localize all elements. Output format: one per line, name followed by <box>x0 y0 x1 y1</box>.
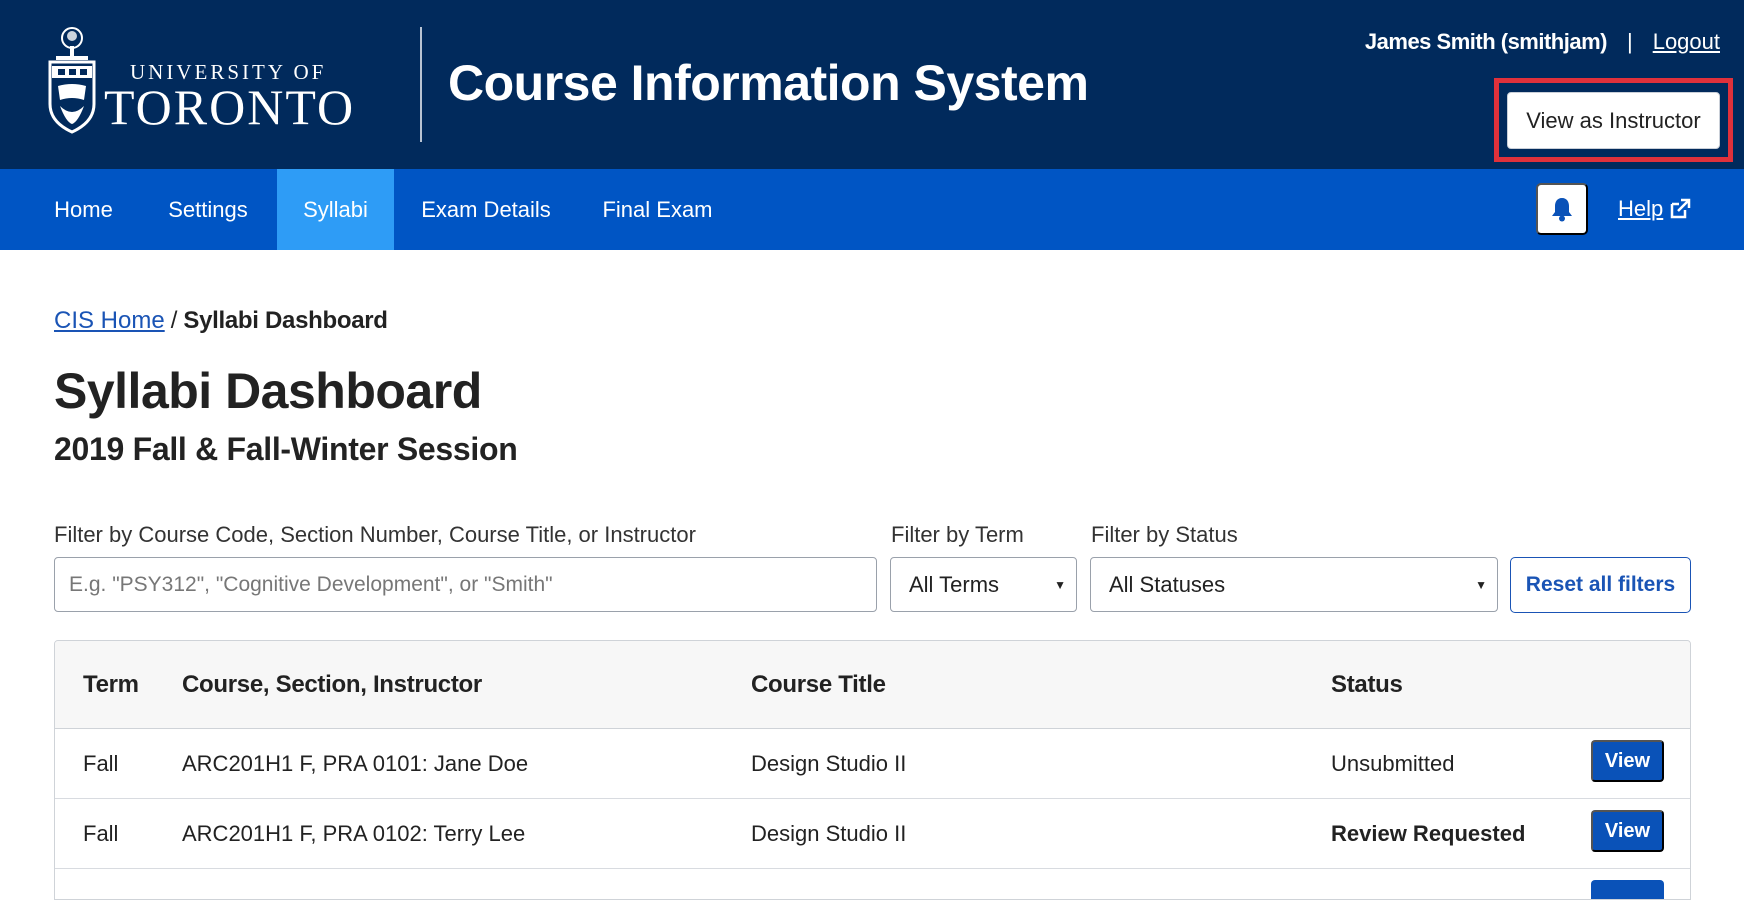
search-filter-label: Filter by Course Code, Section Number, C… <box>54 522 696 547</box>
table-row: Fall ARC201H1 F, PRA 0102: Terry Lee Des… <box>55 799 1690 869</box>
external-link-icon <box>1671 198 1691 219</box>
header-divider <box>420 27 422 142</box>
column-header-term[interactable]: Term <box>83 671 139 699</box>
cell-title: Design Studio II <box>751 751 907 776</box>
view-button[interactable]: View <box>1591 740 1664 782</box>
breadcrumb-home-link[interactable]: CIS Home <box>54 307 165 334</box>
cell-status: Review Requested <box>1331 821 1526 846</box>
table-row: Fall ARC201H1 F, PRA 0101: Jane Doe Desi… <box>55 729 1690 799</box>
view-as-instructor-button[interactable]: View as Instructor <box>1507 92 1720 149</box>
cell-title: Design Studio II <box>751 821 907 846</box>
user-name: James Smith (smithjam) <box>1364 29 1608 54</box>
university-logo[interactable]: UNIVERSITY OF TORONTO <box>48 26 358 138</box>
table-row <box>55 869 1690 899</box>
column-header-status[interactable]: Status <box>1331 671 1403 699</box>
view-button-partial[interactable] <box>1591 880 1664 899</box>
table-header: Term Course, Section, Instructor Course … <box>55 641 1690 729</box>
breadcrumb-separator: / <box>170 307 178 334</box>
caret-down-icon: ▼ <box>1054 578 1066 592</box>
column-header-title[interactable]: Course Title <box>751 671 886 699</box>
cell-course: ARC201H1 F, PRA 0102: Terry Lee <box>182 821 526 846</box>
page-title: Syllabi Dashboard <box>54 363 482 419</box>
nav-item-exam-details[interactable]: Exam Details <box>410 169 562 250</box>
caret-down-icon: ▼ <box>1475 578 1487 592</box>
app-title: Course Information System <box>448 55 1089 111</box>
term-select-value: All Terms <box>909 571 1000 597</box>
cell-term: Fall <box>83 751 119 776</box>
breadcrumb: CIS Home / Syllabi Dashboard <box>54 307 388 335</box>
notifications-button[interactable] <box>1536 183 1588 235</box>
term-select[interactable]: All Terms ▼ <box>890 557 1077 612</box>
nav-item-settings[interactable]: Settings <box>144 169 272 250</box>
status-filter-label: Filter by Status <box>1091 522 1238 547</box>
logo-text-toronto: TORONTO <box>104 79 356 135</box>
reset-filters-button[interactable]: Reset all filters <box>1510 557 1691 613</box>
crest-icon <box>48 27 96 134</box>
breadcrumb-current: Syllabi Dashboard <box>183 307 388 334</box>
nav-item-syllabi[interactable]: Syllabi <box>277 169 394 250</box>
cell-course: ARC201H1 F, PRA 0101: Jane Doe <box>182 751 529 776</box>
logout-link[interactable]: Logout <box>1653 29 1720 55</box>
site-header: UNIVERSITY OF TORONTO Course Information… <box>0 0 1744 169</box>
user-separator: | <box>1626 29 1633 54</box>
search-input[interactable] <box>54 557 877 612</box>
nav-item-final-exam[interactable]: Final Exam <box>590 169 725 250</box>
term-filter-label: Filter by Term <box>891 522 1024 547</box>
syllabi-table: Term Course, Section, Instructor Course … <box>54 640 1691 900</box>
help-label: Help <box>1618 196 1664 221</box>
bell-icon <box>1552 198 1572 222</box>
main-nav: Home Settings Syllabi Exam Details Final… <box>0 169 1744 250</box>
cell-term: Fall <box>83 821 119 846</box>
status-select-value: All Statuses <box>1109 571 1226 597</box>
column-header-course[interactable]: Course, Section, Instructor <box>182 671 482 699</box>
user-bar: James Smith (smithjam) | Logout <box>1365 29 1720 55</box>
status-select[interactable]: All Statuses ▼ <box>1090 557 1498 612</box>
nav-item-home[interactable]: Home <box>30 169 137 250</box>
page-subtitle: 2019 Fall & Fall-Winter Session <box>54 431 518 467</box>
help-link[interactable]: Help <box>1618 196 1691 222</box>
view-button[interactable]: View <box>1591 810 1664 852</box>
cell-status: Unsubmitted <box>1331 751 1455 776</box>
